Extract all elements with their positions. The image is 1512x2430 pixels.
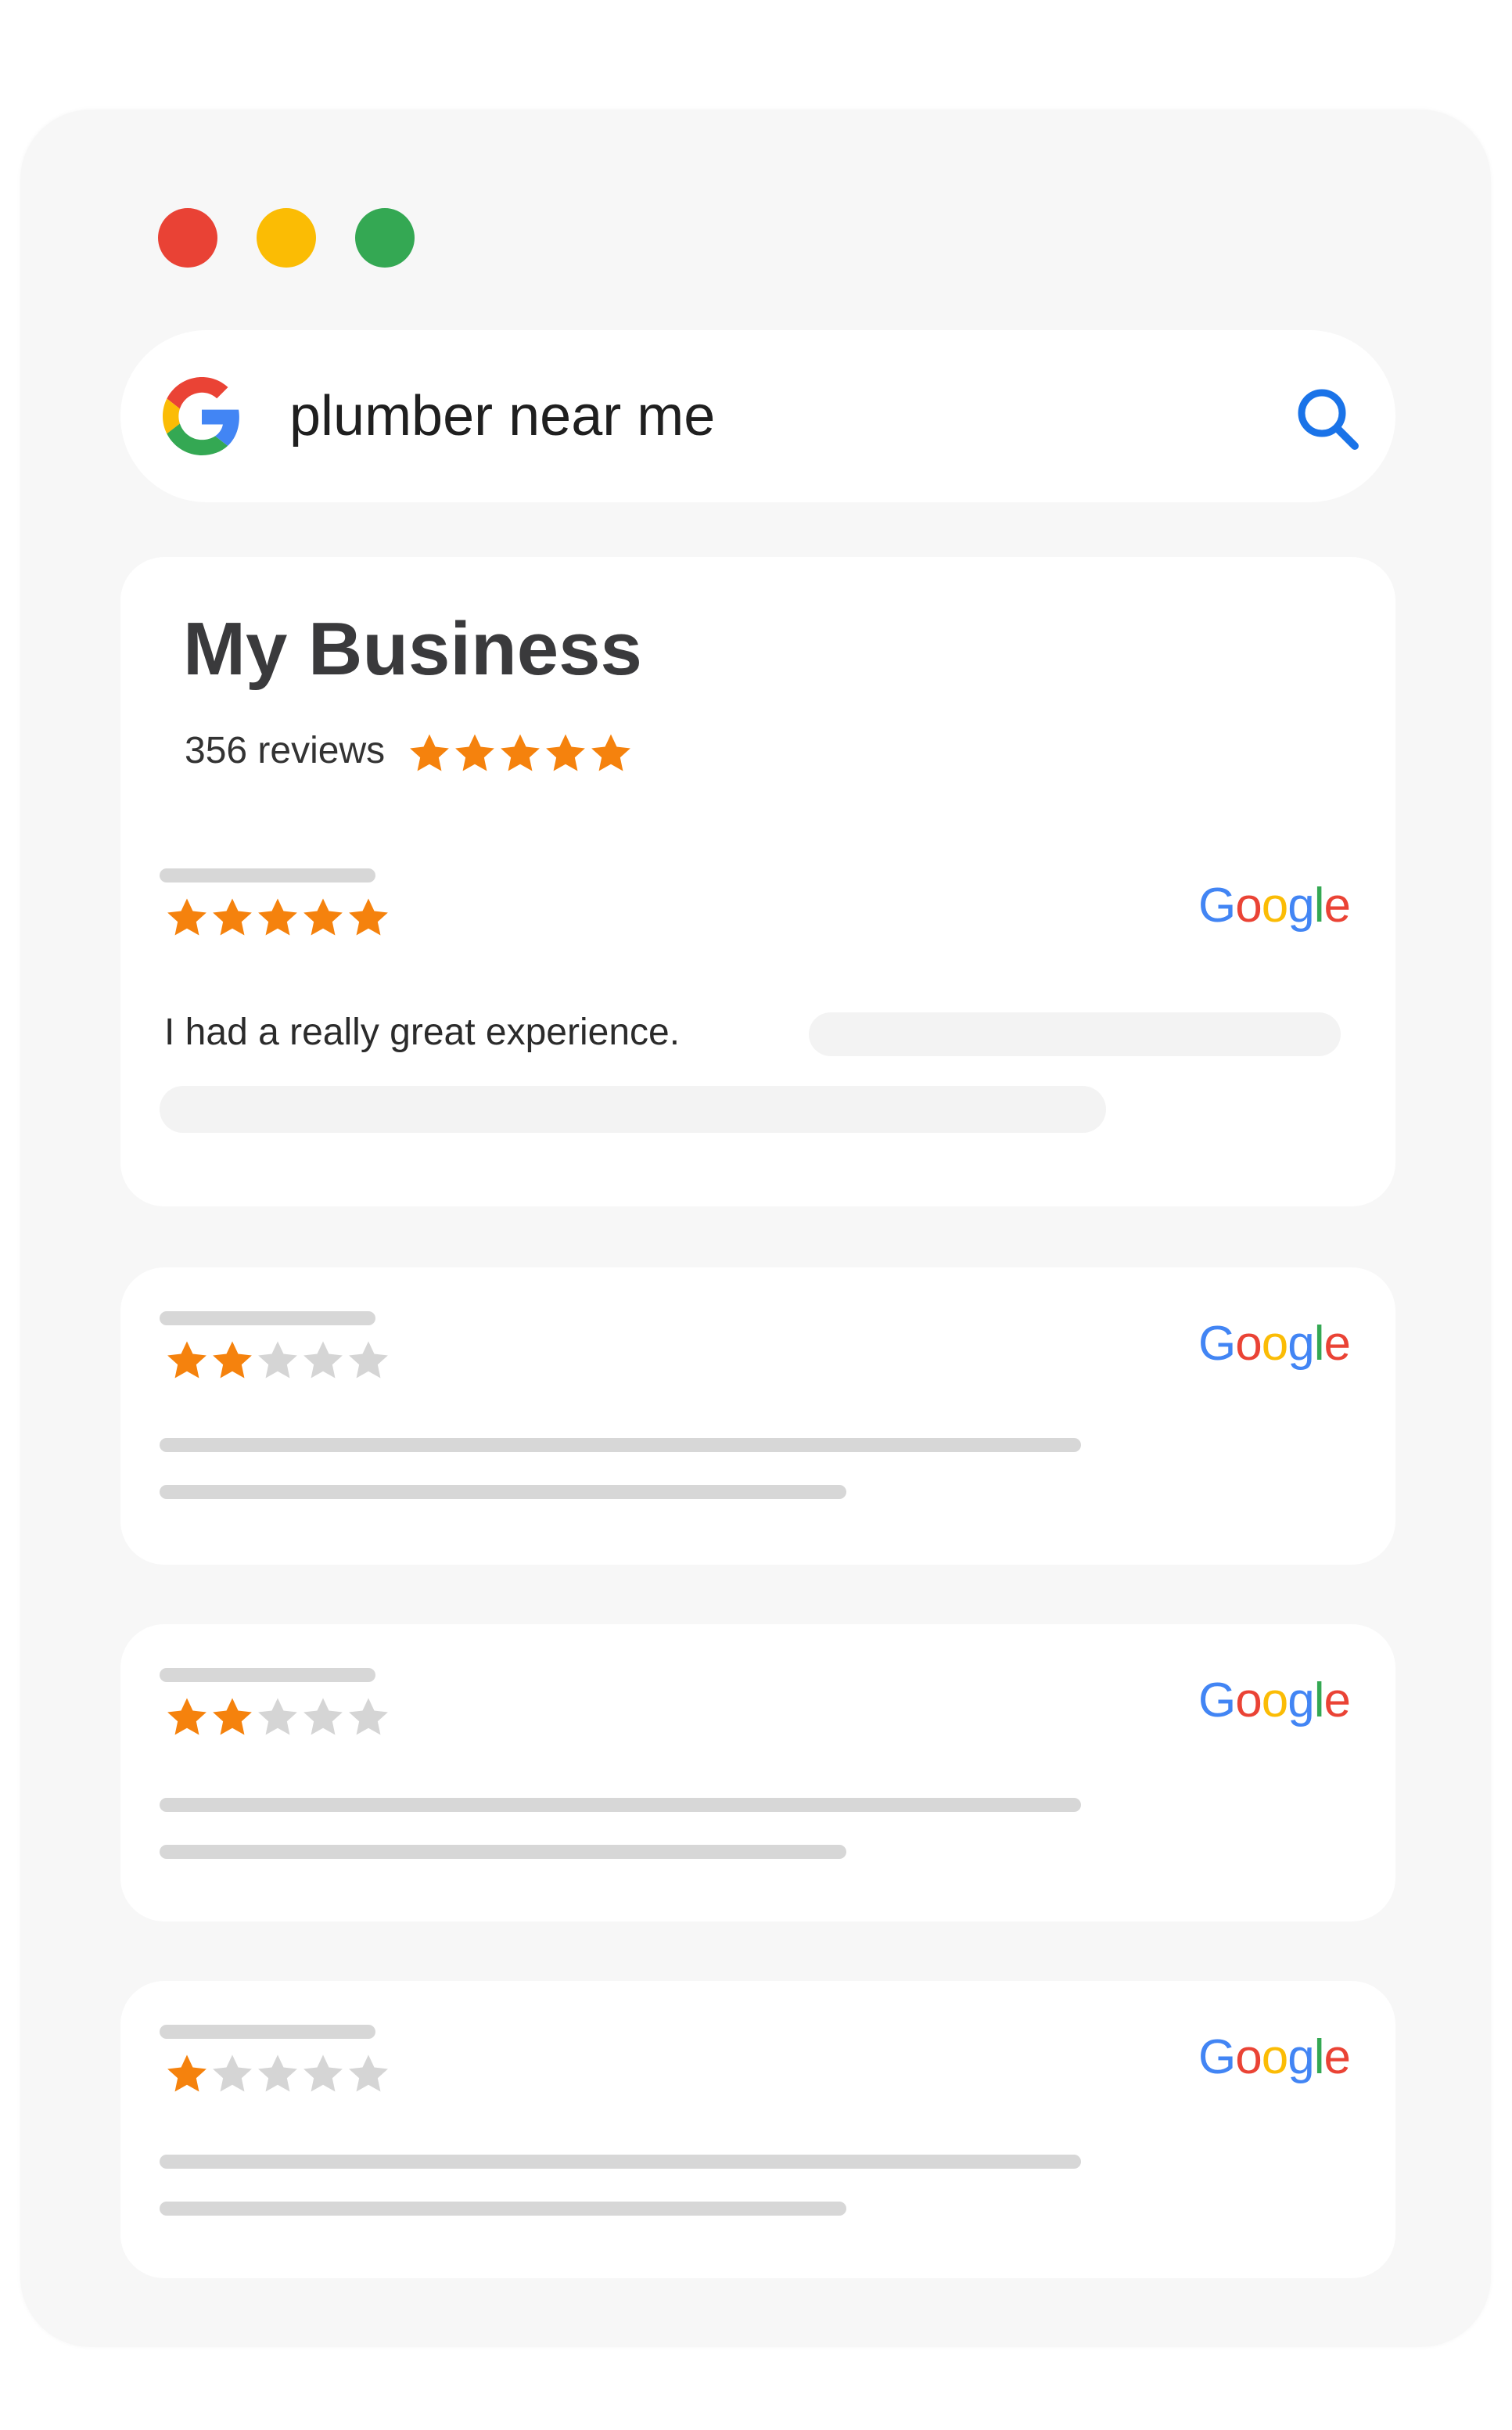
browser-window: plumber near me My Business 356 reviews … <box>20 110 1491 2347</box>
review-text-placeholder <box>160 1845 846 1859</box>
reviewer-name-placeholder <box>160 2025 375 2039</box>
review-card: Google <box>120 1624 1395 1921</box>
star-filled-icon <box>501 734 540 771</box>
minimize-window-dot[interactable] <box>257 208 316 268</box>
rating-stars <box>407 731 634 775</box>
maximize-window-dot[interactable] <box>355 208 415 268</box>
review-text-placeholder <box>160 1485 846 1499</box>
search-icon[interactable] <box>1292 383 1363 454</box>
star-filled-icon <box>167 1698 207 1735</box>
star-filled-icon <box>410 734 449 771</box>
search-query[interactable]: plumber near me <box>289 379 715 454</box>
star-filled-icon <box>213 1341 252 1379</box>
review-text-placeholder <box>160 1798 1081 1812</box>
search-bar[interactable]: plumber near me <box>120 330 1395 502</box>
star-empty-icon <box>258 1698 297 1735</box>
star-filled-icon <box>258 898 297 936</box>
review-count[interactable]: 356 reviews <box>185 726 385 776</box>
google-wordmark: Google <box>1198 879 1351 933</box>
star-filled-icon <box>167 2054 207 2092</box>
star-empty-icon <box>349 1698 388 1735</box>
star-filled-icon <box>349 898 388 936</box>
star-filled-icon <box>213 1698 252 1735</box>
star-empty-icon <box>303 1341 343 1379</box>
star-empty-icon <box>303 1698 343 1735</box>
star-filled-icon <box>591 734 630 771</box>
google-wordmark: Google <box>1198 1673 1351 1727</box>
review-card: Google <box>120 1981 1395 2278</box>
star-empty-icon <box>258 2054 297 2092</box>
star-filled-icon <box>167 1341 207 1379</box>
review-text-placeholder <box>160 2155 1081 2169</box>
review-stars <box>164 895 391 939</box>
star-filled-icon <box>303 898 343 936</box>
review-stars <box>164 2051 391 2095</box>
business-name: My Business <box>183 607 642 691</box>
business-card: My Business 356 reviews Google I had a r… <box>120 557 1395 1206</box>
star-empty-icon <box>349 2054 388 2092</box>
star-filled-icon <box>455 734 494 771</box>
reviewer-name-placeholder <box>160 1668 375 1682</box>
review-stars <box>164 1695 391 1738</box>
star-empty-icon <box>303 2054 343 2092</box>
google-wordmark: Google <box>1198 2030 1351 2084</box>
star-empty-icon <box>213 2054 252 2092</box>
google-g-icon <box>163 377 239 455</box>
star-filled-icon <box>213 898 252 936</box>
reviewer-name-placeholder <box>160 868 375 882</box>
google-wordmark: Google <box>1198 1317 1351 1371</box>
review-text-placeholder <box>160 1438 1081 1452</box>
star-empty-icon <box>349 1341 388 1379</box>
star-filled-icon <box>546 734 585 771</box>
star-filled-icon <box>167 898 207 936</box>
star-empty-icon <box>258 1341 297 1379</box>
review-text-placeholder <box>160 2202 846 2216</box>
review-card: Google <box>120 1267 1395 1565</box>
reviewer-name-placeholder <box>160 1311 375 1325</box>
review-stars <box>164 1338 391 1382</box>
blurred-text <box>809 1012 1341 1056</box>
close-window-dot[interactable] <box>158 208 217 268</box>
blurred-text <box>160 1086 1106 1133</box>
review-text: I had a really great experience. <box>164 1012 681 1053</box>
